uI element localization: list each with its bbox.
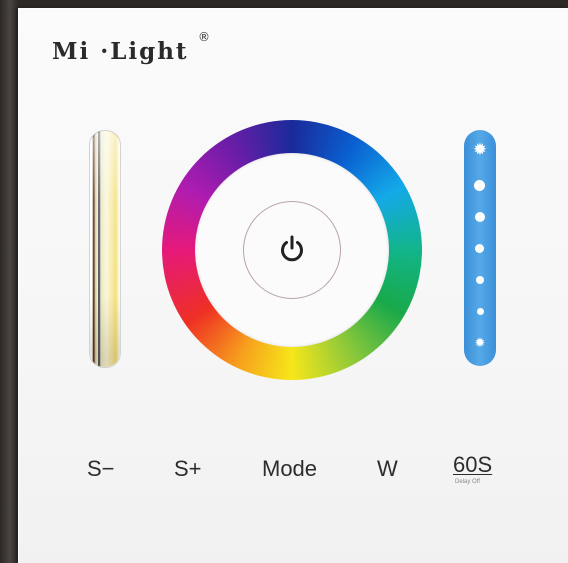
delay-off-button[interactable]: 60S	[453, 452, 492, 478]
brightness-level-dot	[476, 308, 484, 315]
saturation-down-button[interactable]: S−	[87, 456, 115, 482]
power-icon	[281, 235, 303, 262]
delay-off-caption: Delay Off	[455, 479, 480, 485]
brightness-level-dot	[474, 180, 485, 191]
brand-logo: Mi ·Light	[52, 38, 189, 65]
brightness-high-icon: ✹	[472, 140, 488, 160]
brightness-low-icon: ✹	[474, 336, 486, 351]
saturation-up-button[interactable]: S+	[174, 456, 202, 482]
brightness-level-dot	[474, 212, 485, 222]
saturation-slider[interactable]	[89, 130, 121, 368]
registered-mark: ®	[198, 30, 210, 44]
brightness-slider[interactable]: ✹ ✹	[464, 130, 496, 366]
white-button[interactable]: W	[377, 456, 398, 482]
brightness-level-dot	[476, 276, 484, 284]
mode-button[interactable]: Mode	[262, 456, 317, 482]
brightness-level-dot	[475, 244, 484, 253]
